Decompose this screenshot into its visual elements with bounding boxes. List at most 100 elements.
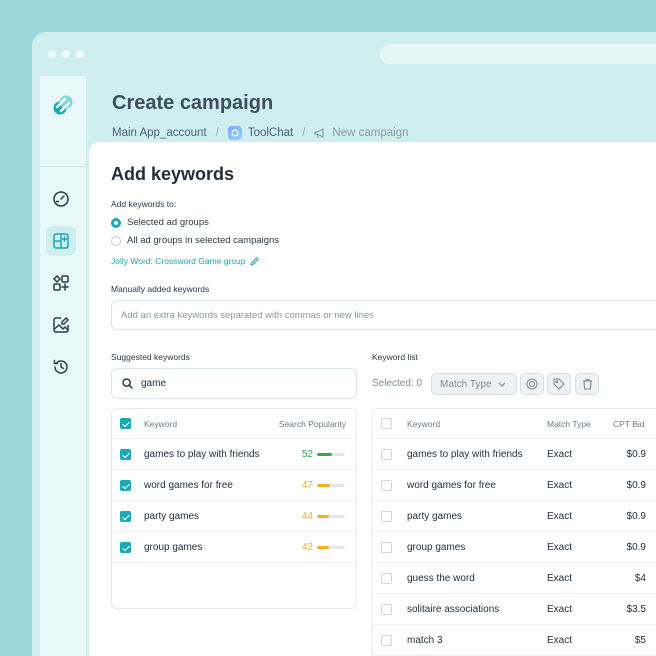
breadcrumb: Main App_account / ToolChat / New campai… (112, 126, 409, 140)
match-type-dropdown[interactable]: Match Type (431, 373, 517, 395)
table-row[interactable]: word games for free Exact $0.9 (373, 470, 656, 501)
cpt-bid-cell[interactable]: $4 (618, 563, 646, 593)
row-checkbox-cell[interactable] (120, 439, 131, 469)
row-checkbox-cell[interactable] (120, 501, 131, 531)
gauge-icon (53, 191, 69, 207)
keyword-cell: guess the word (407, 572, 475, 584)
keyword-cell: group games (144, 541, 203, 553)
match-type-cell[interactable]: Exact (547, 439, 572, 469)
keyword-search-input[interactable]: game (111, 368, 357, 399)
sidebar-item-creatives[interactable] (46, 310, 76, 340)
breadcrumb-separator: / (302, 127, 306, 139)
select-all-cell[interactable] (120, 409, 131, 438)
row-checkbox-cell[interactable] (381, 563, 392, 593)
row-checkbox[interactable] (381, 541, 392, 553)
table-row[interactable]: match 3 Exact $5 (373, 625, 656, 656)
row-checkbox-cell[interactable] (381, 532, 392, 562)
popularity-bar (317, 483, 345, 487)
cpt-bid-cell[interactable]: $0.9 (618, 470, 646, 500)
logo-icon[interactable] (52, 94, 74, 116)
radio-selected-ad-groups[interactable]: Selected ad groups (111, 217, 209, 228)
match-type-cell[interactable]: Exact (547, 625, 572, 655)
window-dot[interactable] (62, 50, 70, 58)
page-title: Create campaign (112, 92, 274, 114)
select-all-checkbox[interactable] (120, 418, 131, 429)
match-type-cell[interactable]: Exact (547, 532, 572, 562)
row-checkbox[interactable] (381, 510, 392, 522)
delete-button[interactable] (575, 373, 599, 395)
row-checkbox-cell[interactable] (381, 625, 392, 655)
match-type-cell[interactable]: Exact (547, 563, 572, 593)
sidebar-item-dashboard[interactable] (46, 184, 76, 214)
radio-label: Selected ad groups (127, 217, 209, 228)
col-search-popularity: Search Popularity (278, 418, 346, 429)
row-checkbox-cell[interactable] (381, 501, 392, 531)
row-checkbox[interactable] (120, 510, 131, 522)
sidebar-item-apps[interactable] (46, 268, 76, 298)
breadcrumb-account[interactable]: Main App_account (112, 127, 207, 139)
radio-button[interactable] (111, 217, 121, 228)
keyword-cell: match 3 (407, 634, 443, 646)
row-checkbox-cell[interactable] (120, 470, 131, 500)
row-checkbox[interactable] (120, 448, 131, 460)
table-row[interactable]: solitaire associations Exact $3.5 (373, 594, 656, 625)
bid-button[interactable] (520, 373, 544, 395)
history-icon (53, 359, 68, 374)
sidebar (40, 76, 86, 656)
match-type-cell[interactable]: Exact (547, 594, 572, 624)
cpt-bid-cell[interactable]: $5 (618, 625, 646, 655)
address-bar[interactable] (380, 44, 656, 64)
match-type-cell[interactable]: Exact (547, 501, 572, 531)
window-dot[interactable] (48, 50, 56, 58)
match-type-label: Match Type (440, 378, 492, 390)
pencil-icon[interactable] (250, 256, 260, 266)
popularity-cell: 52 (295, 439, 345, 469)
col-match-type: Match Type (547, 418, 591, 429)
cpt-bid-cell[interactable]: $3.5 (618, 594, 646, 624)
radio-button[interactable] (111, 235, 121, 246)
row-checkbox[interactable] (381, 479, 392, 491)
table-row[interactable]: games to play with friends 52 (112, 439, 356, 470)
table-row[interactable]: party games 44 (112, 501, 356, 532)
trash-icon (582, 378, 592, 390)
image-edit-icon (53, 316, 70, 333)
row-checkbox-cell[interactable] (381, 470, 392, 500)
table-row[interactable]: group games 42 (112, 532, 356, 563)
row-checkbox[interactable] (381, 572, 392, 584)
cpt-bid-cell[interactable]: $0.9 (618, 501, 646, 531)
breadcrumb-app[interactable]: ToolChat (248, 127, 293, 139)
popularity-bar-fill (317, 545, 329, 549)
table-row[interactable]: word games for free 47 (112, 470, 356, 501)
dashboard-add-icon (53, 233, 69, 249)
radio-all-ad-groups[interactable]: All ad groups in selected campaigns (111, 235, 279, 246)
cpt-bid-cell[interactable]: $0.9 (618, 439, 646, 469)
manual-keywords-input[interactable]: Add an extra keywords separated with com… (111, 300, 656, 330)
select-all-checkbox[interactable] (381, 418, 392, 429)
keyword-cell: solitaire associations (407, 603, 500, 615)
table-row[interactable]: guess the word Exact $4 (373, 563, 656, 594)
add-to-label: Add keywords to: (111, 199, 177, 209)
row-checkbox[interactable] (120, 479, 131, 491)
window-dot[interactable] (76, 50, 84, 58)
popularity-value: 47 (301, 479, 313, 491)
table-row[interactable]: group games Exact $0.9 (373, 532, 656, 563)
row-checkbox-cell[interactable] (381, 439, 392, 469)
keyword-cell: games to play with friends (144, 448, 260, 460)
sidebar-item-history[interactable] (46, 352, 76, 382)
cpt-bid-cell[interactable]: $0.9 (618, 532, 646, 562)
row-checkbox-cell[interactable] (381, 594, 392, 624)
row-checkbox[interactable] (120, 541, 131, 553)
ad-group-link[interactable]: Jolly Word: Crossword Game group (111, 256, 260, 266)
manual-keywords-placeholder: Add an extra keywords separated with com… (121, 309, 374, 321)
sidebar-item-campaigns[interactable] (46, 226, 76, 256)
table-row[interactable]: games to play with friends Exact $0.9 (373, 439, 656, 470)
row-checkbox-cell[interactable] (120, 532, 131, 562)
table-row[interactable]: party games Exact $0.9 (373, 501, 656, 532)
selected-count: Selected: 0 (372, 378, 423, 389)
row-checkbox[interactable] (381, 448, 392, 460)
match-type-cell[interactable]: Exact (547, 470, 572, 500)
row-checkbox[interactable] (381, 603, 392, 615)
row-checkbox[interactable] (381, 634, 392, 646)
tag-button[interactable] (547, 373, 571, 395)
select-all-cell[interactable] (381, 409, 392, 438)
